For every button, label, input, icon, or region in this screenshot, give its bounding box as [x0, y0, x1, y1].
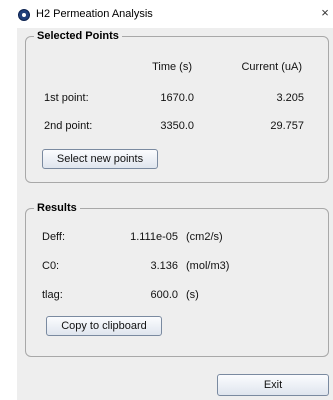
exit-button[interactable]: Exit [217, 374, 329, 396]
c0-label: C0: [42, 260, 60, 272]
app-icon [18, 9, 30, 21]
first-point-time: 1670.0 [160, 92, 194, 104]
second-point-time: 3350.0 [160, 120, 194, 132]
time-column-header: Time (s) [152, 61, 192, 73]
deff-unit: (cm2/s) [186, 231, 223, 243]
results-legend: Results [34, 202, 80, 215]
first-point-label: 1st point: [44, 92, 89, 104]
deff-value: 1.111e-05 [130, 231, 178, 243]
tlag-value: 600.0 [150, 289, 178, 301]
selected-points-legend: Selected Points [34, 30, 122, 43]
current-column-header: Current (uA) [241, 61, 302, 73]
window-title: H2 Permeation Analysis [36, 8, 153, 20]
deff-label: Deff: [42, 231, 66, 243]
second-point-current: 29.757 [270, 120, 304, 132]
dialog-body: Selected Points Time (s) Current (uA) 1s… [17, 28, 333, 400]
first-point-current: 3.205 [276, 92, 304, 104]
close-icon[interactable]: × [319, 5, 331, 21]
title-bar: H2 Permeation Analysis × [0, 0, 333, 28]
c0-unit: (mol/m3) [186, 260, 230, 272]
tlag-unit: (s) [186, 289, 199, 301]
select-new-points-button[interactable]: Select new points [42, 149, 158, 169]
c0-value: 3.136 [150, 260, 178, 272]
results-group: Results Deff: 1.111e-05 (cm2/s) C0: 3.13… [25, 202, 329, 357]
selected-points-group: Selected Points Time (s) Current (uA) 1s… [25, 30, 329, 183]
copy-to-clipboard-button[interactable]: Copy to clipboard [46, 316, 162, 336]
second-point-label: 2nd point: [44, 120, 93, 132]
tlag-label: tlag: [42, 289, 63, 301]
